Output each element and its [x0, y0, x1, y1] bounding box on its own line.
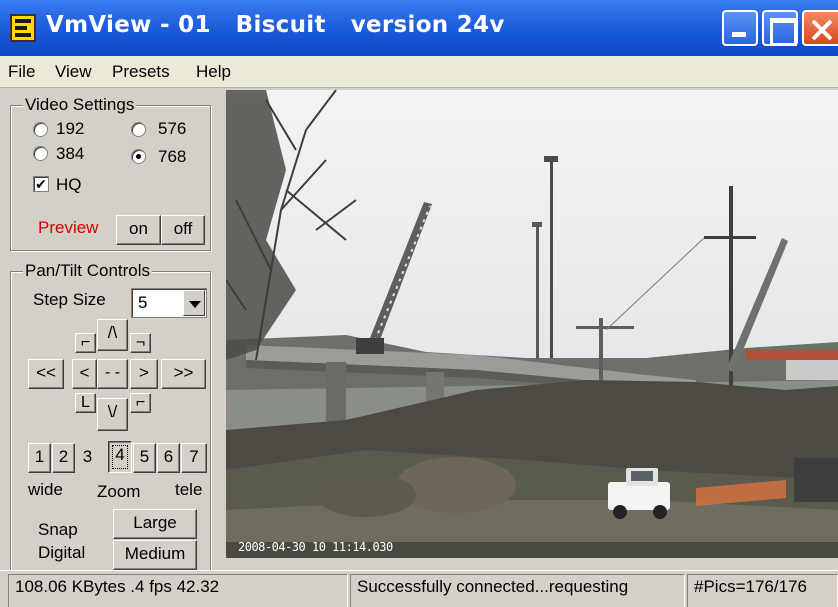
menu-view[interactable]: View [55, 62, 92, 82]
close-button[interactable] [802, 10, 838, 46]
pan-up-left-button[interactable]: ⌐ [75, 333, 96, 353]
video-timestamp: 2008-04-30 10 11:14.030 [238, 540, 393, 554]
radio-576-label: 576 [158, 119, 187, 138]
pan-center-button[interactable]: - - [97, 359, 128, 389]
step-size-select[interactable]: 5 [131, 288, 207, 318]
close-icon [811, 19, 833, 41]
menu-presets[interactable]: Presets [112, 62, 170, 82]
pan-right-button[interactable]: > [130, 359, 158, 389]
preview-off-button[interactable]: off [161, 215, 205, 245]
zoom-2-button[interactable]: 2 [52, 443, 75, 473]
menu-file[interactable]: File [8, 62, 35, 82]
radio-768[interactable] [131, 149, 146, 164]
chevron-down-icon[interactable] [183, 290, 205, 316]
radio-384[interactable] [33, 146, 48, 161]
preview-label: Preview [38, 218, 99, 237]
preview-on-button[interactable]: on [116, 215, 161, 245]
pan-up-right-button[interactable]: ¬ [130, 333, 151, 353]
hq-label: HQ [56, 175, 82, 194]
radio-384-label: 384 [56, 144, 85, 163]
hq-checkbox[interactable]: ✔ [33, 176, 49, 192]
menu-help[interactable]: Help [196, 62, 231, 82]
zoom-3-button[interactable]: 3 [76, 443, 99, 473]
pan-down-left-button[interactable]: L [75, 393, 96, 413]
pan-down-right-button[interactable]: ⌐ [130, 393, 151, 413]
camera-scene-image [226, 90, 838, 558]
video-settings-legend: Video Settings [23, 95, 137, 115]
zoom-7-button[interactable]: 7 [181, 443, 207, 473]
zoom-1-button[interactable]: 1 [28, 443, 51, 473]
radio-192-label: 192 [56, 119, 85, 138]
control-panel: Video Settings 192 576 384 768 ✔ HQ Prev… [0, 88, 222, 570]
menu-bar: File View Presets Help [0, 56, 838, 88]
window-title: VmView - 01 Biscuit version 24v [46, 12, 505, 38]
radio-192[interactable] [33, 122, 48, 137]
minimize-button[interactable] [722, 10, 758, 46]
app-e-icon[interactable] [10, 14, 36, 42]
snap-large-button[interactable]: Large [113, 509, 197, 539]
digital-label: Digital [38, 543, 86, 562]
snap-medium-button[interactable]: Medium [113, 540, 197, 570]
step-size-label: Step Size [33, 290, 106, 309]
status-bar: 108.06 KBytes .4 fps 42.32 Successfully … [0, 570, 838, 607]
tilt-down-button[interactable]: \/ [97, 398, 128, 431]
pan-left-button[interactable]: < [72, 359, 97, 389]
title-bar[interactable]: VmView - 01 Biscuit version 24v [0, 0, 838, 56]
status-pic-count: #Pics=176/176 [687, 574, 838, 607]
radio-768-label: 768 [158, 147, 187, 166]
tilt-up-button[interactable]: /\ [97, 319, 128, 351]
zoom-5-button[interactable]: 5 [133, 443, 156, 473]
maximize-button[interactable] [762, 10, 798, 46]
zoom-6-button[interactable]: 6 [157, 443, 180, 473]
step-size-value: 5 [138, 293, 148, 312]
video-frame[interactable]: 2008-04-30 10 11:14.030 [226, 90, 838, 558]
zoom-tele-label: tele [175, 480, 203, 499]
zoom-label: Zoom [97, 482, 141, 501]
status-transfer-stats: 108.06 KBytes .4 fps 42.32 [8, 574, 348, 607]
snap-label: Snap [38, 520, 78, 539]
zoom-wide-label: wide [28, 480, 63, 499]
pan-left-fast-button[interactable]: << [28, 359, 64, 389]
radio-576[interactable] [131, 122, 146, 137]
pantilt-legend: Pan/Tilt Controls [23, 261, 153, 281]
status-connection-message: Successfully connected...requesting [350, 574, 685, 607]
pan-right-fast-button[interactable]: >> [161, 359, 206, 389]
zoom-4-button[interactable]: 4 [108, 441, 132, 473]
